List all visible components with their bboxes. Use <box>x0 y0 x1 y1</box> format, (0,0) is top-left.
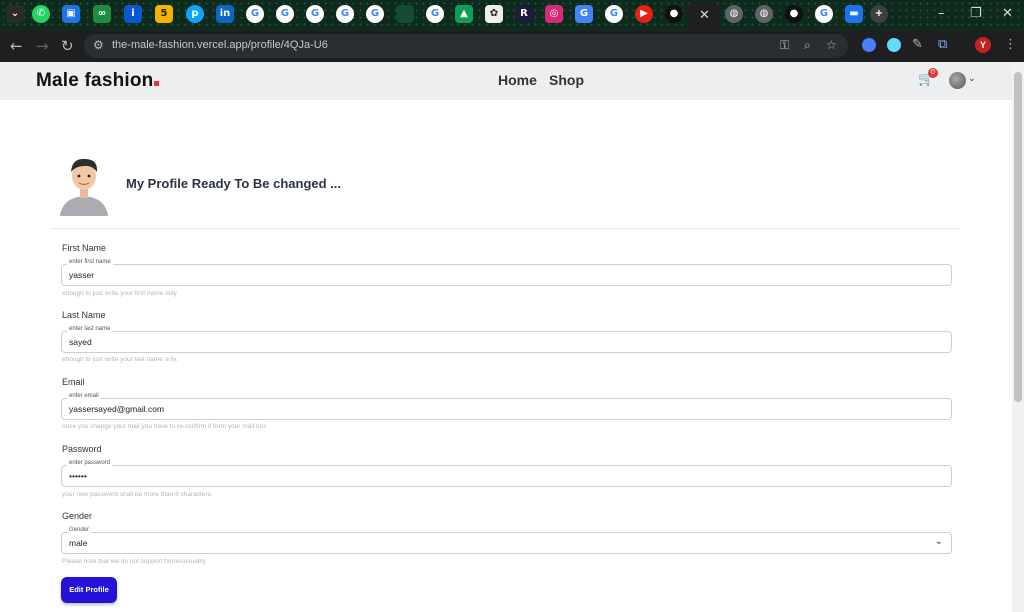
chevron-down-icon[interactable]: ⌄ <box>968 74 976 84</box>
google-icon[interactable]: G <box>306 5 324 23</box>
first-name-value[interactable]: yasser <box>69 270 94 280</box>
last-name-legend: enter last name <box>67 326 113 332</box>
restore-icon[interactable]: ❐ <box>970 6 982 21</box>
google-icon[interactable]: G <box>426 5 444 23</box>
reload-icon[interactable]: ↻ <box>61 37 74 55</box>
app-icon[interactable] <box>396 5 414 23</box>
site-info-icon[interactable]: ⚙ <box>93 38 104 52</box>
forward-icon[interactable]: → <box>36 37 49 55</box>
password-label: Password <box>62 444 102 454</box>
gender-label: Gender <box>62 511 93 521</box>
app-icon[interactable]: p <box>186 5 204 23</box>
edit-profile-button[interactable]: Edit Profile <box>61 577 117 603</box>
google-icon[interactable]: G <box>366 5 384 23</box>
last-name-field[interactable]: enter last name sayed <box>61 326 952 353</box>
drive-icon[interactable]: ▲ <box>455 5 473 23</box>
back-icon[interactable]: ← <box>10 37 23 55</box>
logo-dot <box>154 81 160 86</box>
first-name-field[interactable]: enter first name yasser <box>61 259 952 286</box>
globe-icon[interactable]: ◍ <box>755 5 773 23</box>
app-icon[interactable]: ▣ <box>62 5 80 23</box>
active-tab[interactable]: ✕ <box>688 2 720 30</box>
chatgpt-icon[interactable]: ✿ <box>485 5 503 23</box>
zoom-icon[interactable]: ⌕ <box>804 38 811 53</box>
nav-shop-link[interactable]: Shop <box>549 72 584 88</box>
app-icon[interactable]: i <box>124 5 142 23</box>
replit-icon[interactable]: R <box>515 5 533 23</box>
nav-home-link[interactable]: Home <box>498 72 537 88</box>
whatsapp-icon[interactable]: ✆ <box>32 5 50 23</box>
close-tab-icon[interactable]: ✕ <box>699 7 710 23</box>
email-value[interactable]: yassersayed@gmail.com <box>69 404 164 414</box>
password-key-icon[interactable]: ⚿ <box>780 38 789 53</box>
profile-avatar-image <box>58 152 110 216</box>
app-icon[interactable]: 5 <box>155 5 173 23</box>
email-legend: enter email <box>67 393 101 399</box>
browser-tab-bar: ⌄ ✆ ▣ ∞ i 5 p in G G G G G G ▲ ✿ R ◎ G G… <box>0 0 1024 30</box>
password-legend: enter password <box>67 460 113 466</box>
gender-value[interactable]: male <box>69 538 87 548</box>
password-field[interactable]: enter password •••••• <box>61 460 952 487</box>
instagram-icon[interactable]: ◎ <box>545 5 563 23</box>
react-devtools-icon[interactable] <box>887 38 901 52</box>
page-title: My Profile Ready To Be changed ... <box>126 176 342 191</box>
site-header: Male fashion Home Shop 🛒 0 ⌄ <box>0 62 1012 100</box>
translate-icon[interactable]: G <box>575 5 593 23</box>
extension-icon[interactable] <box>862 38 876 52</box>
email-hint: once you change your mail you have to re… <box>62 423 267 430</box>
google-icon[interactable]: G <box>276 5 294 23</box>
cart-count-badge: 0 <box>928 68 938 78</box>
color-picker-icon[interactable]: ✎ <box>912 37 923 52</box>
chevron-down-icon[interactable]: ⌄ <box>935 536 943 547</box>
extensions-puzzle-icon[interactable]: ⧉ <box>938 37 947 52</box>
gender-select[interactable]: Gender male ⌄ <box>61 527 952 554</box>
app-icon[interactable]: ▬ <box>845 5 863 23</box>
divider <box>52 228 960 229</box>
browser-menu-icon[interactable]: ⋮ <box>1004 37 1017 52</box>
first-name-hint: enough to just write your first name onl… <box>62 290 179 297</box>
google-icon[interactable]: G <box>336 5 354 23</box>
linkedin-icon[interactable]: in <box>216 5 234 23</box>
first-name-label: First Name <box>62 243 107 253</box>
gender-legend: Gender <box>67 527 92 533</box>
globe-icon[interactable]: ◍ <box>725 5 743 23</box>
google-icon[interactable]: G <box>815 5 833 23</box>
last-name-hint: enough to just write your last name only… <box>62 356 178 363</box>
close-window-icon[interactable]: ✕ <box>1002 6 1013 21</box>
page-scrollbar[interactable] <box>1012 62 1024 612</box>
password-value[interactable]: •••••• <box>69 471 87 481</box>
github-icon[interactable]: ● <box>665 5 683 23</box>
password-hint: your new password shall be more than 6 c… <box>62 491 211 498</box>
url-text[interactable]: the-male-fashion.vercel.app/profile/4QJa… <box>112 39 328 51</box>
minimize-icon[interactable]: – <box>938 6 945 21</box>
google-icon[interactable]: G <box>246 5 264 23</box>
last-name-label: Last Name <box>62 310 106 320</box>
address-bar[interactable]: ⚙ the-male-fashion.vercel.app/profile/4Q… <box>84 34 848 58</box>
github-icon[interactable]: ● <box>785 5 803 23</box>
first-name-legend: enter first name <box>67 259 113 265</box>
last-name-value[interactable]: sayed <box>69 337 92 347</box>
browser-profile-avatar[interactable]: Y <box>975 37 991 53</box>
browser-toolbar: ← → ↻ ⚙ the-male-fashion.vercel.app/prof… <box>0 30 1024 62</box>
new-tab-button[interactable]: + <box>870 5 888 23</box>
youtube-icon[interactable]: ▶ <box>635 5 653 23</box>
code-icon[interactable]: ∞ <box>93 5 111 23</box>
gender-hint: Please note that we do not support homos… <box>62 558 206 565</box>
tab-search-icon[interactable]: ⌄ <box>6 5 24 23</box>
user-avatar[interactable] <box>949 72 966 89</box>
google-icon[interactable]: G <box>605 5 623 23</box>
email-field[interactable]: enter email yassersayed@gmail.com <box>61 393 952 420</box>
email-label: Email <box>62 377 85 387</box>
scrollbar-thumb[interactable] <box>1014 72 1022 402</box>
site-logo[interactable]: Male fashion <box>36 70 160 92</box>
bookmark-star-icon[interactable]: ☆ <box>826 38 837 52</box>
